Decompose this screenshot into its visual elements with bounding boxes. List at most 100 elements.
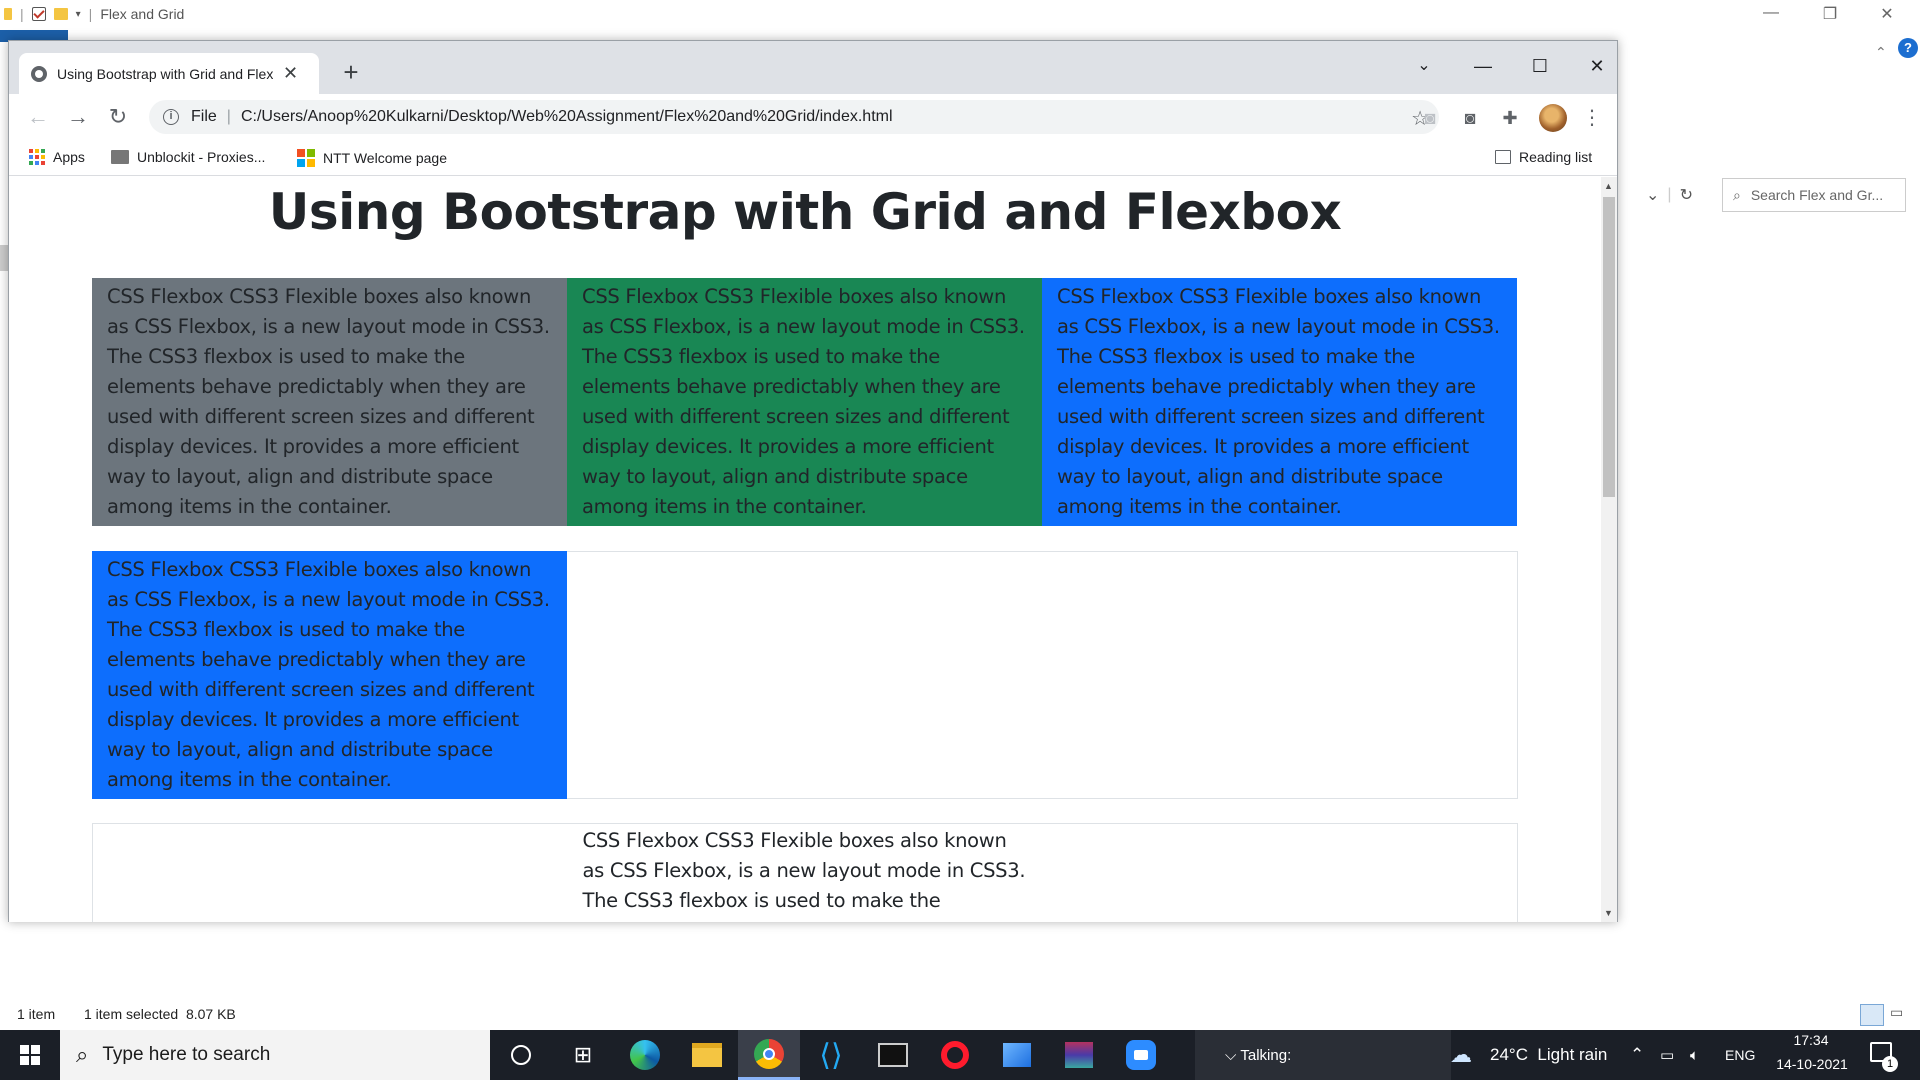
close-tab-icon[interactable]: ✕ <box>283 63 298 84</box>
scroll-thumb[interactable] <box>1603 197 1615 497</box>
volume-muted-icon[interactable]: 🔈︎ <box>1690 1047 1699 1064</box>
microsoft-logo-icon <box>297 149 315 167</box>
address-dropdown-icon[interactable]: ⌄ <box>1646 185 1659 205</box>
page-viewport: Using Bootstrap with Grid and Flexbox CS… <box>9 177 1601 922</box>
address-bar[interactable]: i File | C:/Users/Anoop%20Kulkarni/Deskt… <box>149 100 1439 134</box>
unblockit-favicon-icon <box>111 150 129 164</box>
battery-icon[interactable]: ▭ <box>1660 1046 1674 1064</box>
apps-grid-icon <box>29 149 45 165</box>
collapse-ribbon-icon[interactable]: ⌃ <box>1875 44 1887 61</box>
chrome-menu-icon[interactable]: ⋮ <box>1579 105 1605 131</box>
url-text[interactable]: C:/Users/Anoop%20Kulkarni/Desktop/Web%20… <box>241 108 893 126</box>
vscode-icon[interactable]: ⟨⟩ <box>800 1030 862 1080</box>
cortana-icon[interactable] <box>490 1030 552 1080</box>
site-info-icon[interactable]: i <box>163 109 179 125</box>
flex-cell-blue: CSS Flexbox CSS3 Flexible boxes also kno… <box>1042 278 1517 526</box>
explorer-search-box[interactable]: ⌕ Search Flex and Gr... <box>1722 178 1906 212</box>
tab-search-icon[interactable]: ⌄ <box>1401 51 1447 81</box>
bookmark-unblockit[interactable]: Unblockit - Proxies... <box>111 149 265 165</box>
status-item-count: 1 item <box>17 1006 56 1022</box>
new-tab-button[interactable]: + <box>335 57 367 89</box>
talking-widget[interactable]: ⌵ Talking: <box>1195 1030 1451 1080</box>
taskbar-search-placeholder: Type here to search <box>102 1044 271 1065</box>
reading-list-button[interactable]: Reading list <box>1495 149 1592 165</box>
new-folder-icon[interactable] <box>53 8 68 20</box>
photos-icon[interactable] <box>986 1030 1048 1080</box>
talking-label: Talking: <box>1240 1046 1292 1064</box>
minimize-icon[interactable]: — <box>1460 51 1506 81</box>
refresh-folder-icon[interactable]: ↻ <box>1680 185 1693 205</box>
bookmark-ntt-label: NTT Welcome page <box>323 150 447 166</box>
page-scrollbar[interactable]: ▲ ▼ <box>1601 177 1617 922</box>
clock-time[interactable]: 17:34 <box>1778 1032 1844 1048</box>
close-window-icon[interactable]: ✕ <box>1574 51 1620 81</box>
status-selection: 1 item selected 8.07 KB <box>84 1006 236 1022</box>
search-icon: ⌕ <box>1733 186 1741 203</box>
flex-cell-green: CSS Flexbox CSS3 Flexible boxes also kno… <box>567 278 1042 526</box>
edge-icon[interactable] <box>614 1030 676 1080</box>
file-explorer-icon[interactable] <box>676 1030 738 1080</box>
customize-quick-access-icon[interactable]: ▾ <box>76 9 81 20</box>
start-button[interactable] <box>0 1030 60 1080</box>
language-indicator[interactable]: ENG <box>1725 1047 1755 1063</box>
zoom-icon[interactable] <box>1110 1030 1172 1080</box>
tab-title: Using Bootstrap with Grid and Flexbox <box>57 65 273 82</box>
terminal-icon[interactable] <box>862 1030 924 1080</box>
chrome-taskbar-icon[interactable] <box>738 1030 800 1080</box>
chrome-window: Using Bootstrap with Grid and Flexbox ✕ … <box>8 40 1618 922</box>
maximize-icon[interactable]: ☐ <box>1517 51 1563 81</box>
large-icons-view-icon[interactable]: ▭ <box>1890 1004 1912 1026</box>
globe-icon <box>31 65 47 82</box>
search-icon: ⌕ <box>76 1042 89 1067</box>
reload-icon[interactable]: ↻ <box>103 102 133 132</box>
bookmark-apps[interactable]: Apps <box>29 149 85 165</box>
windows-logo-icon <box>20 1045 40 1065</box>
notification-badge: 1 <box>1882 1056 1898 1072</box>
tab-strip: Using Bootstrap with Grid and Flexbox ✕ … <box>9 41 1617 94</box>
explorer-minimize-icon[interactable]: — <box>1756 4 1786 22</box>
help-icon[interactable]: ? <box>1898 38 1918 58</box>
explorer-status-bar: 1 item 1 item selected 8.07 KB ▭ <box>0 1000 1920 1030</box>
show-hidden-icons-icon[interactable]: ⌃ <box>1630 1045 1644 1065</box>
explorer-nav-indicator <box>0 245 8 271</box>
profile-avatar[interactable] <box>1539 104 1567 132</box>
clock-date[interactable]: 14-10-2021 <box>1772 1056 1852 1072</box>
weather-cloud-icon[interactable]: ☁ <box>1450 1042 1472 1068</box>
scroll-down-icon[interactable]: ▼ <box>1604 908 1613 918</box>
properties-icon[interactable] <box>31 7 46 21</box>
camera-icon[interactable]: ◙ <box>1457 105 1483 131</box>
explorer-address-controls: ⌄ | ↻ <box>1646 185 1693 205</box>
url-separator: | <box>226 108 231 125</box>
browser-tab-active[interactable]: Using Bootstrap with Grid and Flexbox ✕ <box>19 53 319 94</box>
details-view-icon[interactable] <box>1860 1004 1884 1026</box>
taskbar-search-box[interactable]: ⌕ Type here to search <box>60 1030 490 1080</box>
url-scheme-label: File <box>191 108 217 125</box>
chevron-down-icon: ⌵ <box>1225 1046 1237 1064</box>
quick-access-toolbar: | ▾ | Flex and Grid <box>4 6 184 22</box>
bookmark-unblockit-label: Unblockit - Proxies... <box>137 149 266 165</box>
winrar-icon[interactable] <box>1048 1030 1110 1080</box>
task-view-icon[interactable]: ⊞ <box>552 1030 614 1080</box>
explorer-close-icon[interactable]: ✕ <box>1872 4 1902 24</box>
explorer-restore-icon[interactable]: ❐ <box>1815 4 1845 24</box>
opera-icon[interactable] <box>924 1030 986 1080</box>
system-tray: ☁ 24°C Light rain ⌃ ▭ 🔈︎ ENG 17:34 14-10… <box>1450 1030 1920 1080</box>
bookmarks-bar: Apps Unblockit - Proxies... NTT Welcome … <box>9 140 1617 176</box>
weather-text[interactable]: 24°C Light rain <box>1490 1045 1607 1065</box>
reading-list-icon <box>1495 150 1511 164</box>
explorer-titlebar: | ▾ | Flex and Grid — ❐ ✕ <box>0 0 1920 30</box>
bookmark-apps-label: Apps <box>53 149 85 165</box>
browser-toolbar: ← → ↻ i File | C:/Users/Anoop%20Kulkarni… <box>9 94 1617 140</box>
flex-cell-blue-2: CSS Flexbox CSS3 Flexible boxes also kno… <box>92 551 567 799</box>
explorer-window-title: Flex and Grid <box>100 6 185 22</box>
reading-list-label: Reading list <box>1519 149 1593 165</box>
bookmark-ntt-welcome[interactable]: NTT Welcome page <box>297 149 447 167</box>
extensions-puzzle-icon[interactable]: ✚ <box>1497 105 1523 131</box>
scroll-up-icon[interactable]: ▲ <box>1604 181 1613 191</box>
screenshot-icon[interactable]: ◙ <box>1417 105 1443 131</box>
explorer-search-placeholder: Search Flex and Gr... <box>1750 187 1884 203</box>
back-arrow-icon[interactable]: ← <box>23 102 53 132</box>
folder-icon <box>4 8 12 20</box>
forward-arrow-icon[interactable]: → <box>63 102 93 132</box>
flex-row-3: CSS Flexbox CSS3 Flexible boxes also kno… <box>92 823 1518 922</box>
